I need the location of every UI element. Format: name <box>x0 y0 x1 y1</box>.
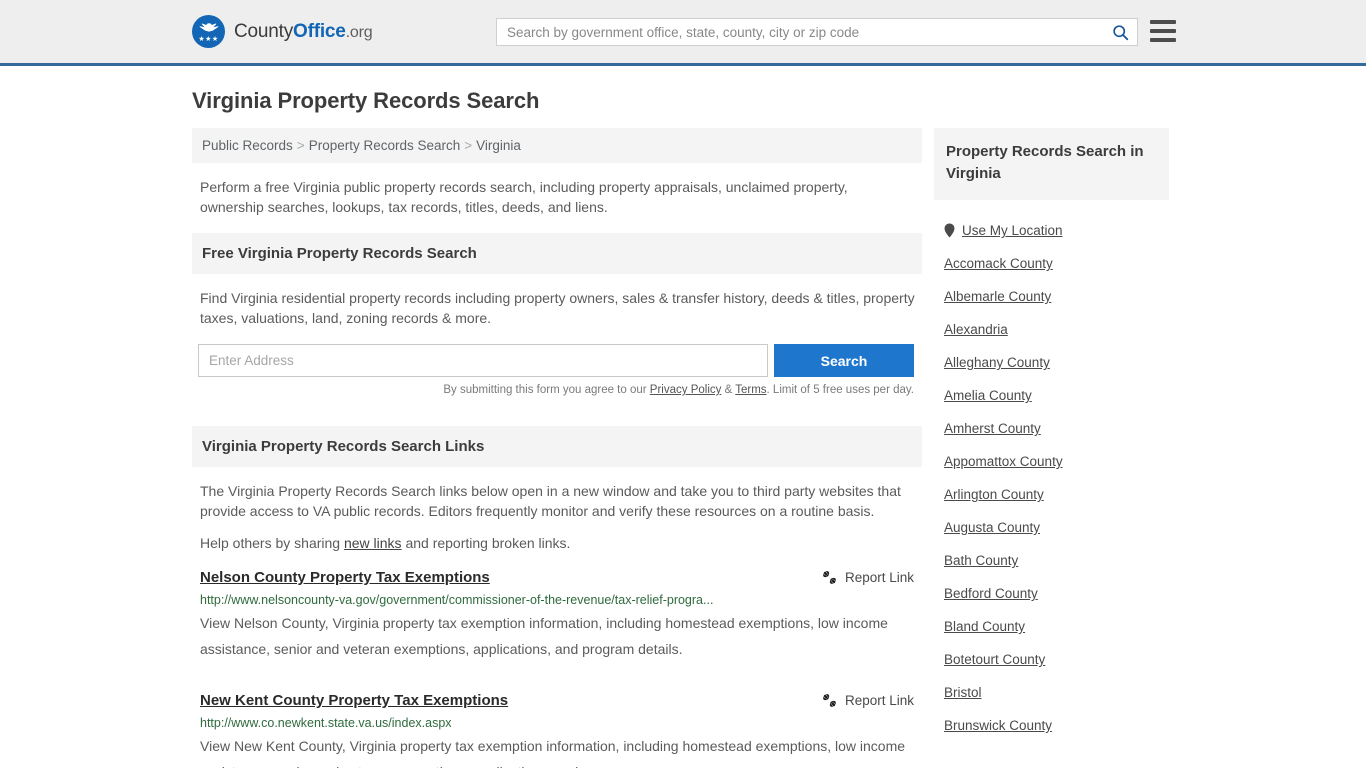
sidebar-item-label[interactable]: Bland County <box>944 619 1025 634</box>
result-title[interactable]: New Kent County Property Tax Exemptions <box>200 692 508 709</box>
free-search-description: Find Virginia residential property recor… <box>200 290 915 326</box>
free-search-heading: Free Virginia Property Records Search <box>192 233 922 274</box>
disclaimer-amp: & <box>721 384 736 396</box>
sidebar-item-label[interactable]: Brunswick County <box>944 718 1052 733</box>
site-logo[interactable]: ★★★ CountyOffice.org <box>192 15 373 48</box>
sidebar-item-label[interactable]: Botetourt County <box>944 652 1045 667</box>
result-header: Nelson County Property Tax Exemptions Re… <box>200 569 914 586</box>
main-column: Public Records > Property Records Search > V… <box>192 128 922 768</box>
breadcrumb-separator: > <box>464 138 473 153</box>
eagle-glyph <box>199 23 218 32</box>
sidebar-item-label[interactable]: Arlington County <box>944 487 1044 502</box>
breadcrumb-item-virginia[interactable]: Virginia <box>476 138 521 153</box>
terms-link[interactable]: Terms <box>735 384 766 396</box>
sidebar-item-label[interactable]: Use My Location <box>962 223 1063 238</box>
sidebar-item-appomattox-county[interactable]: Appomattox County <box>934 445 1169 478</box>
logo-text-county: County <box>234 20 294 42</box>
page-title: Virginia Property Records Search <box>192 88 540 113</box>
report-link-label: Report Link <box>844 570 914 585</box>
stars-glyph: ★★★ <box>198 36 219 43</box>
sidebar-item-label[interactable]: Amelia County <box>944 388 1032 403</box>
help-prefix: Help others by sharing <box>200 535 344 551</box>
search-icon[interactable] <box>1103 19 1137 45</box>
sidebar-item-brunswick-county[interactable]: Brunswick County <box>934 709 1169 742</box>
sidebar-heading: Property Records Search in Virginia <box>934 128 1169 200</box>
magnifier-glyph <box>1112 24 1128 40</box>
privacy-policy-link[interactable]: Privacy Policy <box>650 384 722 396</box>
sidebar-item-amherst-county[interactable]: Amherst County <box>934 412 1169 445</box>
sidebar-item-alleghany-county[interactable]: Alleghany County <box>934 346 1169 379</box>
content-columns: Public Records > Property Records Search > V… <box>192 128 1174 768</box>
help-suffix: and reporting broken links. <box>401 535 571 551</box>
disclaimer-suffix: . Limit of 5 free uses per day. <box>766 384 914 396</box>
sidebar-item-bristol[interactable]: Bristol <box>934 676 1169 709</box>
sidebar-item-label[interactable]: Albemarle County <box>944 289 1051 304</box>
sidebar-item-label[interactable]: Alexandria <box>944 322 1008 337</box>
sidebar-item-arlington-county[interactable]: Arlington County <box>934 478 1169 511</box>
map-pin-icon <box>944 223 955 238</box>
result-url[interactable]: http://www.nelsoncounty-va.gov/governmen… <box>200 593 914 607</box>
page-body: Virginia Property Records Search Public … <box>0 88 1366 768</box>
result-description: View Nelson County, Virginia property ta… <box>200 615 888 657</box>
new-links-link[interactable]: new links <box>344 535 402 551</box>
sidebar-item-use-my-location[interactable]: Use My Location <box>934 214 1169 247</box>
sidebar-item-label[interactable]: Appomattox County <box>944 454 1063 469</box>
sidebar-item-bath-county[interactable]: Bath County <box>934 544 1169 577</box>
intro-paragraph: Perform a free Virginia public property … <box>200 179 848 215</box>
sidebar-item-label[interactable]: Accomack County <box>944 256 1053 271</box>
sidebar-item-label[interactable]: Bedford County <box>944 586 1038 601</box>
hamburger-menu-icon[interactable] <box>1150 20 1176 42</box>
result-title[interactable]: Nelson County Property Tax Exemptions <box>200 569 490 586</box>
sidebar: Property Records Search in Virginia Use … <box>934 128 1169 742</box>
global-search-box[interactable] <box>496 18 1138 46</box>
sidebar-item-alexandria[interactable]: Alexandria <box>934 313 1169 346</box>
sidebar-item-label[interactable]: Alleghany County <box>944 355 1050 370</box>
address-input[interactable] <box>198 344 768 377</box>
sidebar-item-label[interactable]: Amherst County <box>944 421 1041 436</box>
report-link-button[interactable]: Report Link <box>822 693 914 708</box>
sidebar-item-augusta-county[interactable]: Augusta County <box>934 511 1169 544</box>
breadcrumb-item-property-records-search[interactable]: Property Records Search <box>309 138 461 153</box>
links-section-heading: Virginia Property Records Search Links <box>192 426 922 467</box>
site-header: ★★★ CountyOffice.org <box>0 0 1366 66</box>
sidebar-item-amelia-county[interactable]: Amelia County <box>934 379 1169 412</box>
search-button[interactable]: Search <box>774 344 914 377</box>
breadcrumb: Public Records > Property Records Search > V… <box>192 128 922 163</box>
links-section-help: Help others by sharing new links and rep… <box>200 533 922 553</box>
sidebar-item-label[interactable]: Augusta County <box>944 520 1040 535</box>
result-description: View New Kent County, Virginia property … <box>200 738 906 768</box>
sidebar-item-bland-county[interactable]: Bland County <box>934 610 1169 643</box>
eagle-seal-icon: ★★★ <box>192 15 225 48</box>
disclaimer-prefix: By submitting this form you agree to our <box>443 384 650 396</box>
result-item: New Kent County Property Tax Exemptions … <box>200 676 914 768</box>
report-link-label: Report Link <box>844 693 914 708</box>
sidebar-list: Use My Location Accomack County Albemarl… <box>934 214 1169 742</box>
logo-text-office: Office <box>293 20 346 42</box>
hamburger-bar <box>1150 20 1176 24</box>
sidebar-item-label[interactable]: Bristol <box>944 685 982 700</box>
result-header: New Kent County Property Tax Exemptions … <box>200 692 914 709</box>
sidebar-item-albemarle-county[interactable]: Albemarle County <box>934 280 1169 313</box>
breadcrumb-item-public-records[interactable]: Public Records <box>202 138 293 153</box>
links-section-paragraph: The Virginia Property Records Search lin… <box>200 483 901 519</box>
broken-link-icon <box>823 571 836 584</box>
sidebar-item-accomack-county[interactable]: Accomack County <box>934 247 1169 280</box>
report-link-button[interactable]: Report Link <box>822 570 914 585</box>
sidebar-item-botetourt-county[interactable]: Botetourt County <box>934 643 1169 676</box>
result-item: Nelson County Property Tax Exemptions Re… <box>200 553 914 662</box>
logo-text-org: .org <box>345 23 373 41</box>
breadcrumb-separator: > <box>296 138 305 153</box>
hamburger-bar <box>1150 38 1176 42</box>
sidebar-item-bedford-county[interactable]: Bedford County <box>934 577 1169 610</box>
hamburger-bar <box>1150 29 1176 33</box>
broken-link-icon <box>823 694 836 707</box>
address-search-form: Search <box>198 344 914 377</box>
logo-wordmark: CountyOffice.org <box>234 20 373 43</box>
sidebar-item-label[interactable]: Bath County <box>944 553 1018 568</box>
global-search-input[interactable] <box>497 24 1103 40</box>
result-url[interactable]: http://www.co.newkent.state.va.us/index.… <box>200 716 914 730</box>
form-disclaimer: By submitting this form you agree to our… <box>192 384 914 396</box>
